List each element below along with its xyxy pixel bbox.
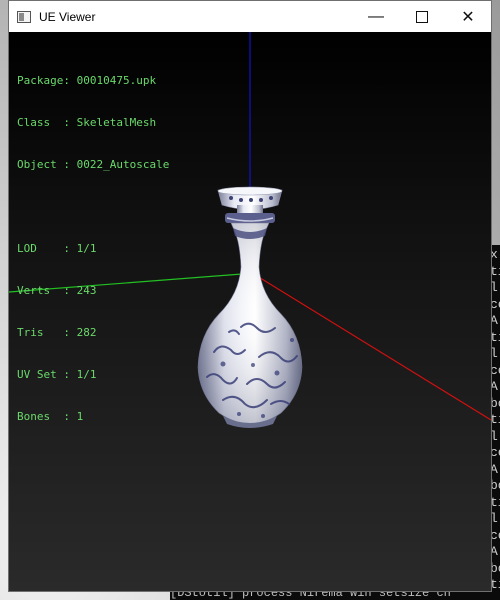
info-row-object: Object : 0022_Autoscale xyxy=(17,158,170,171)
info-spacer xyxy=(17,200,169,214)
info-row-package: Package: 00010475.upk xyxy=(17,74,157,87)
maximize-button[interactable] xyxy=(399,1,445,32)
info-value: SkeletalMesh xyxy=(76,116,157,129)
ue-viewer-window[interactable]: UE Viewer — ✕ Package: 00010475.upk Clas… xyxy=(8,0,492,592)
info-label: Object xyxy=(17,158,57,171)
minimize-button[interactable]: — xyxy=(353,1,399,32)
info-row-class: Class : SkeletalMesh xyxy=(17,116,157,129)
info-label: Class xyxy=(17,116,51,129)
info-value: 1 xyxy=(76,410,84,423)
info-row-tris: Tris : 282 xyxy=(17,326,97,339)
info-row-lod: LOD : 1/1 xyxy=(17,242,97,255)
info-label: LOD xyxy=(17,242,37,255)
3d-viewport[interactable]: Package: 00010475.upk Class : SkeletalMe… xyxy=(9,32,491,591)
info-label: Bones xyxy=(17,410,51,423)
close-button[interactable]: ✕ xyxy=(445,1,491,32)
info-value: 282 xyxy=(76,326,97,339)
close-icon: ✕ xyxy=(461,8,475,26)
info-label: Tris xyxy=(17,326,44,339)
info-value: 243 xyxy=(76,284,97,297)
info-value: 1/1 xyxy=(76,368,97,381)
title-bar[interactable]: UE Viewer — ✕ xyxy=(9,1,491,32)
info-row-bones: Bones : 1 xyxy=(17,410,84,423)
info-row-uvset: UV Set : 1/1 xyxy=(17,368,97,381)
app-icon xyxy=(17,10,31,23)
minimize-icon: — xyxy=(368,7,384,25)
info-label: Package xyxy=(17,74,64,87)
info-value: 0022_Autoscale xyxy=(76,158,170,171)
info-label: UV Set xyxy=(17,368,57,381)
vase-mesh xyxy=(197,186,303,428)
maximize-icon xyxy=(416,10,428,23)
info-row-verts: Verts : 243 xyxy=(17,284,97,297)
info-value: 1/1 xyxy=(76,242,97,255)
mesh-info-panel: Package: 00010475.upk Class : SkeletalMe… xyxy=(17,46,169,452)
window-title: UE Viewer xyxy=(39,9,96,24)
info-value: 00010475.upk xyxy=(76,74,157,87)
info-label: Verts xyxy=(17,284,51,297)
